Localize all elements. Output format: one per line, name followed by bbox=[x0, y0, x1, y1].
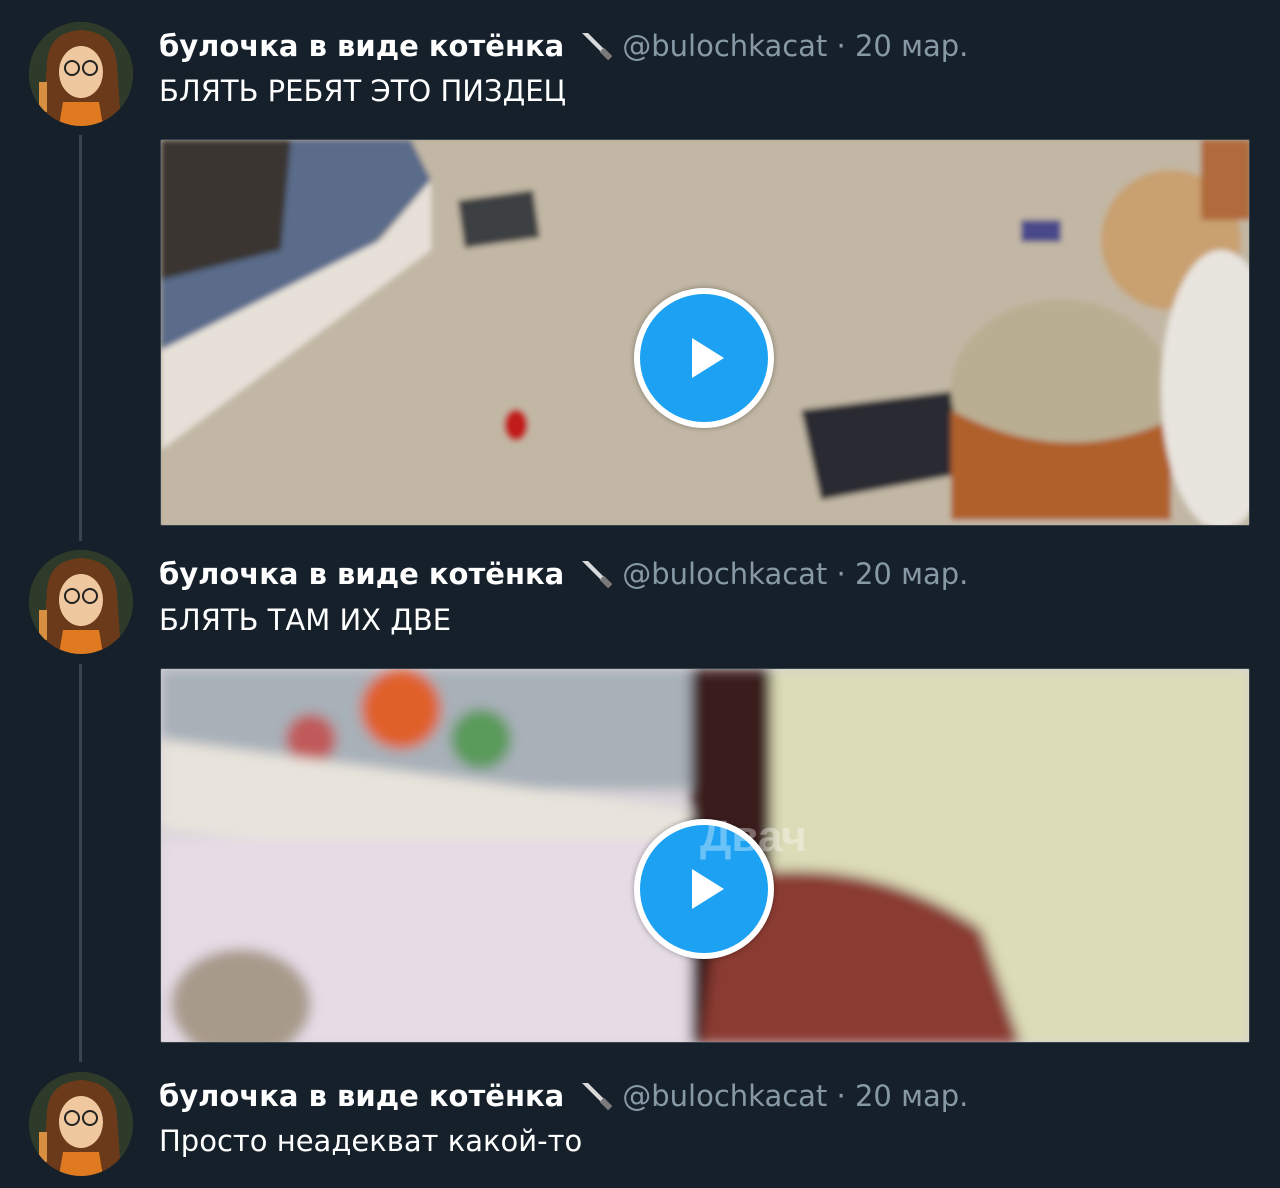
tweet[interactable]: булочка в виде котёнка @bulochkacat · 20… bbox=[0, 0, 1280, 540]
handle[interactable]: @bulochkacat bbox=[622, 557, 827, 591]
display-name[interactable]: булочка в виде котёнка bbox=[159, 557, 564, 591]
tweet[interactable]: булочка в виде котёнка @bulochkacat · 20… bbox=[0, 540, 1280, 1060]
separator: · bbox=[827, 557, 855, 591]
separator: · bbox=[827, 1079, 855, 1113]
knife-icon bbox=[578, 557, 613, 591]
tweet-text: БЛЯТЬ ТАМ ИХ ДВЕ bbox=[159, 603, 452, 637]
video-thumbnail[interactable] bbox=[160, 139, 1250, 526]
timestamp[interactable]: 20 мар. bbox=[855, 1079, 968, 1113]
avatar[interactable] bbox=[29, 1072, 133, 1176]
tweet-text: БЛЯТЬ РЕБЯТ ЭТО ПИЗДЕЦ bbox=[159, 74, 567, 108]
play-icon bbox=[692, 869, 724, 909]
timestamp[interactable]: 20 мар. bbox=[855, 557, 968, 591]
tweet[interactable]: булочка в виде котёнка @bulochkacat · 20… bbox=[0, 1060, 1280, 1188]
knife-icon bbox=[578, 1079, 613, 1113]
avatar[interactable] bbox=[29, 550, 133, 654]
play-button[interactable] bbox=[634, 288, 774, 428]
handle[interactable]: @bulochkacat bbox=[622, 29, 827, 63]
handle[interactable]: @bulochkacat bbox=[622, 1079, 827, 1113]
knife-icon bbox=[578, 29, 613, 63]
display-name[interactable]: булочка в виде котёнка bbox=[159, 29, 564, 63]
timestamp[interactable]: 20 мар. bbox=[855, 29, 968, 63]
tweet-text: Просто неадекват какой-то bbox=[159, 1124, 583, 1158]
watermark: Двач bbox=[700, 812, 807, 861]
display-name[interactable]: булочка в виде котёнка bbox=[159, 1079, 564, 1113]
avatar[interactable] bbox=[29, 22, 133, 126]
play-icon bbox=[692, 338, 724, 378]
separator: · bbox=[827, 29, 855, 63]
